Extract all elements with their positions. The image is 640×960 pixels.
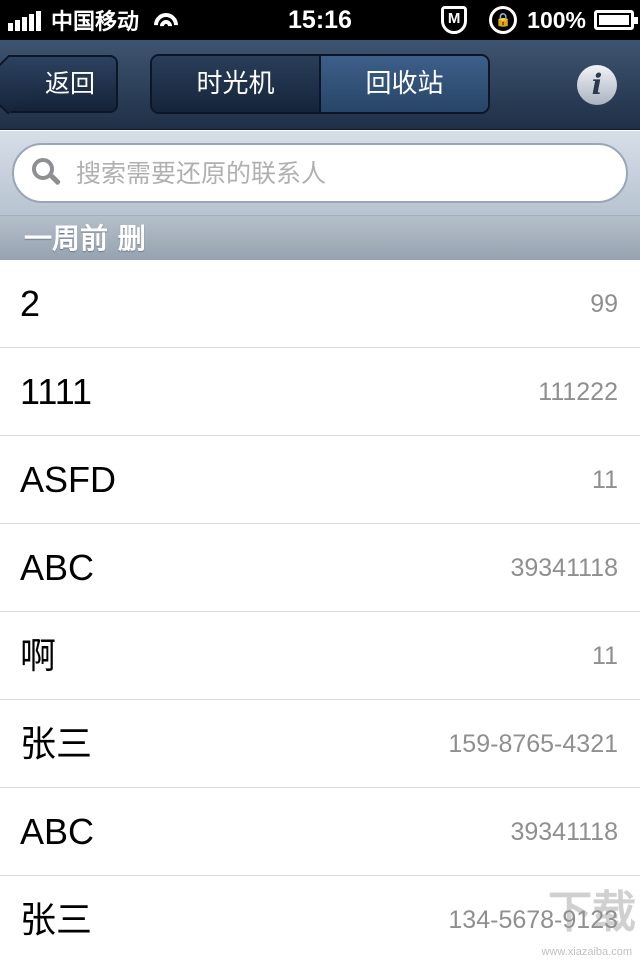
contact-phone: 99 [590, 290, 618, 318]
status-bar: 中国移动 15:16 M 🔒 100% [0, 0, 640, 40]
contact-row[interactable]: 2 99 [0, 260, 640, 348]
watermark-url: www.xiazaiba.com [541, 946, 632, 958]
info-icon[interactable]: i [577, 65, 617, 105]
contact-name: 啊 [20, 635, 57, 676]
contact-name: ABC [20, 811, 95, 852]
contact-row[interactable]: 张三 159-8765-4321 [0, 700, 640, 788]
search-field[interactable] [12, 143, 628, 203]
search-bar [0, 131, 640, 215]
contact-list: 2 99 1111 111222 ASFD 11 ABC 39341118 啊 … [0, 260, 640, 960]
contact-row[interactable]: ABC 39341118 [0, 524, 640, 612]
contact-name: ABC [20, 547, 95, 588]
search-icon [32, 158, 62, 188]
contact-name: ASFD [20, 459, 117, 500]
rotation-lock-icon: 🔒 [489, 6, 518, 34]
contact-name: 2 [20, 283, 41, 324]
watermark-logo: 下载 [548, 887, 636, 938]
battery-percentage: 100% [527, 6, 586, 33]
contact-phone: 159-8765-4321 [448, 730, 618, 758]
contact-name: 张三 [20, 899, 93, 940]
contact-phone: 111222 [538, 378, 618, 406]
section-header: 一周前 删 [0, 215, 640, 260]
contact-phone: 11 [592, 466, 618, 494]
tab-time-machine[interactable]: 时光机 [152, 56, 319, 112]
back-button-label: 返回 [44, 69, 95, 98]
contact-phone: 11 [592, 642, 618, 670]
back-button[interactable]: 返回 [8, 55, 118, 113]
status-right: M 🔒 100% [441, 0, 638, 40]
contact-row[interactable]: ASFD 11 [0, 436, 640, 524]
contact-row[interactable]: 啊 11 [0, 612, 640, 700]
contact-name: 张三 [20, 723, 93, 764]
contact-name: 1111 [20, 371, 93, 412]
contact-row[interactable]: ABC 39341118 [0, 788, 640, 876]
security-shield-icon: M [441, 6, 468, 34]
search-input[interactable] [76, 158, 596, 188]
battery-icon [594, 10, 638, 30]
navigation-bar: 返回 时光机 回收站 i [0, 40, 640, 130]
contact-phone: 39341118 [510, 818, 618, 846]
contact-row[interactable]: 1111 111222 [0, 348, 640, 436]
segmented-control: 时光机 回收站 [150, 54, 490, 114]
tab-recycle-bin[interactable]: 回收站 [319, 56, 488, 112]
contact-phone: 39341118 [510, 554, 618, 582]
